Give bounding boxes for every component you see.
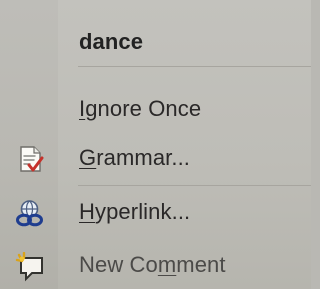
ignore-once-item[interactable]: Ignore Once	[0, 86, 311, 134]
menu-separator-bottom	[78, 185, 311, 186]
hyperlink-label: Hyperlink...	[79, 199, 191, 224]
hyperlink-accelerator: H	[79, 199, 95, 224]
grammar-label: Grammar...	[79, 145, 191, 170]
context-menu: dance Ignore Once Grammar... Hyperlink..…	[0, 0, 311, 289]
ignore-once-label: Ignore Once	[79, 96, 202, 121]
new-comment-label: New Comment	[79, 252, 226, 277]
hyperlink-icon	[14, 199, 45, 229]
new-comment-icon	[14, 251, 45, 282]
spelling-suggestion-item[interactable]: dance	[0, 18, 311, 64]
menu-separator	[78, 66, 311, 67]
spelling-suggestion-label: dance	[79, 29, 144, 54]
grammar-item[interactable]: Grammar...	[0, 135, 311, 183]
grammar-check-icon	[14, 145, 45, 175]
new-comment-item[interactable]: New Comment	[0, 242, 311, 289]
new-comment-accelerator: m	[157, 252, 177, 277]
hyperlink-item[interactable]: Hyperlink...	[0, 189, 311, 237]
grammar-accelerator: G	[79, 145, 97, 170]
